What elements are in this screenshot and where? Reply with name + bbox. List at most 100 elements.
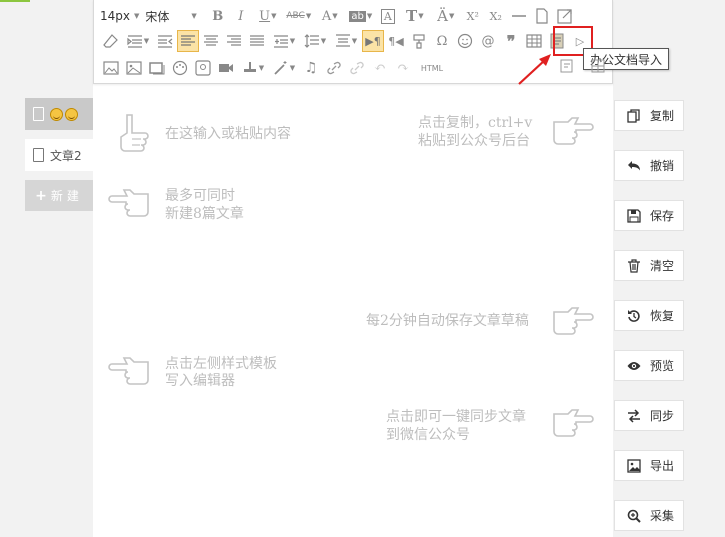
preview-label: 预览 xyxy=(650,359,675,373)
palette-icon[interactable] xyxy=(169,57,191,79)
font-size-value: 14px xyxy=(100,9,130,23)
paragraph-spacing-icon[interactable]: ▼ xyxy=(331,30,361,52)
grid-icon xyxy=(590,58,606,77)
ltr-direction-button[interactable]: ▶¶ xyxy=(362,30,384,52)
special-char-icon[interactable]: Ω xyxy=(431,30,453,52)
hint-max-line1: 最多可同时 xyxy=(165,188,235,204)
copy-label: 复制 xyxy=(650,109,675,123)
frame-icon[interactable] xyxy=(146,57,168,79)
font-family-select[interactable]: 宋体 ▼ xyxy=(145,8,196,25)
preview-button[interactable]: 预览 xyxy=(614,350,684,381)
html-label: HTML xyxy=(420,63,444,73)
font-family-value: 宋体 xyxy=(145,9,170,24)
subscript-button[interactable]: X₂ xyxy=(485,5,507,27)
music-icon[interactable]: ♫ xyxy=(300,57,322,79)
eraser-icon[interactable] xyxy=(100,30,122,52)
copy-icon xyxy=(627,108,641,123)
font-size-select[interactable]: 14px ▼ xyxy=(100,9,139,23)
plus-icon: + xyxy=(35,187,47,204)
indent-icon[interactable]: ▼ xyxy=(123,30,153,52)
restore-icon xyxy=(627,309,641,323)
video-icon[interactable] xyxy=(215,57,237,79)
font-color-button[interactable]: A ▼ xyxy=(315,5,345,27)
restore-button[interactable]: 恢复 xyxy=(614,300,684,331)
collect-button[interactable]: 采集 xyxy=(614,500,684,531)
search-plus-icon xyxy=(627,509,641,523)
save-button[interactable]: 保存 xyxy=(614,200,684,231)
fullscreen-icon[interactable] xyxy=(554,5,576,27)
line-height-icon[interactable]: ▼ xyxy=(300,30,330,52)
html-source-button[interactable]: HTML xyxy=(415,57,449,79)
note-icon xyxy=(559,58,575,77)
article-tab-2[interactable]: 文章2 xyxy=(25,139,93,171)
align-center-button[interactable] xyxy=(200,30,222,52)
image-icon[interactable] xyxy=(100,57,122,79)
multi-image-icon[interactable] xyxy=(123,57,145,79)
new-article-label: 新建 xyxy=(50,189,83,203)
magic-wand-icon[interactable]: ▼ xyxy=(269,57,299,79)
clear-label: 清空 xyxy=(650,259,675,273)
strikethrough-button[interactable]: ABC ▼ xyxy=(284,5,314,27)
letter-spacing-button[interactable]: Ä ▼ xyxy=(431,5,461,27)
undo-label: 撤销 xyxy=(650,159,675,173)
sync-button[interactable]: 同步 xyxy=(614,400,684,431)
at-icon[interactable]: @ xyxy=(477,30,499,52)
new-article-button[interactable]: + 新建 xyxy=(25,180,93,211)
hand-up-icon xyxy=(113,111,157,158)
undo-icon xyxy=(627,159,641,173)
hand-left-icon xyxy=(108,348,152,395)
page-icon[interactable] xyxy=(531,5,553,27)
document-icon xyxy=(33,148,44,162)
save-icon xyxy=(627,208,641,223)
blockquote-icon[interactable]: ❞ xyxy=(500,30,522,52)
article-tab-2-label: 文章2 xyxy=(50,148,82,163)
paragraph-indent-icon[interactable]: ▼ xyxy=(269,30,299,52)
hand-right-icon xyxy=(550,108,594,155)
bold-button[interactable]: B xyxy=(207,5,229,27)
align-left-button[interactable] xyxy=(177,30,199,52)
hand-right-icon xyxy=(550,400,594,447)
collect-label: 采集 xyxy=(650,509,675,523)
emoji-picker-icon[interactable] xyxy=(454,30,476,52)
article-tab-1[interactable] xyxy=(25,98,93,130)
hand-left-icon xyxy=(108,180,152,227)
top-accent-line xyxy=(0,0,30,2)
toolbar-row-3: ▼ ▼ ♫ ↶ ↷ HTML xyxy=(100,57,450,79)
table-icon[interactable] xyxy=(523,30,545,52)
toolbar-row-1: 14px ▼ 宋体 ▼ B I U ▼ ABC ▼ A ▼ ab ▼ A T ▼ Ä ▼ X² … xyxy=(100,5,577,27)
toolbar-row-2: ▼ ▼ ▼ ▼ ▶¶ ¶◀ Ω @ ❞ ▷ xyxy=(100,30,592,52)
hint-copy-line1: 点击复制，ctrl+v xyxy=(418,115,533,131)
underline-button[interactable]: U ▼ xyxy=(253,5,283,27)
text-border-button[interactable]: A xyxy=(377,5,399,27)
hint-input: 在这输入或粘贴内容 xyxy=(165,126,291,142)
brush-icon[interactable]: ▼ xyxy=(238,57,268,79)
save-label: 保存 xyxy=(650,209,675,223)
link-icon[interactable] xyxy=(323,57,345,79)
map-pin-icon[interactable] xyxy=(192,57,214,79)
text-shadow-button[interactable]: T ▼ xyxy=(400,5,430,27)
redo-toolbar-icon[interactable]: ↷ xyxy=(392,57,414,79)
undo-toolbar-icon[interactable]: ↶ xyxy=(369,57,391,79)
hint-copy-line2: 粘贴到公众号后台 xyxy=(418,133,530,149)
hint-sync-line1: 点击即可一键同步文章 xyxy=(386,409,526,425)
document-icon xyxy=(33,107,44,121)
outdent-icon[interactable] xyxy=(154,30,176,52)
export-button[interactable]: 导出 xyxy=(614,450,684,481)
horizontal-rule-button[interactable] xyxy=(508,5,530,27)
sync-label: 同步 xyxy=(650,409,675,423)
undo-button[interactable]: 撤销 xyxy=(614,150,684,181)
background-color-button[interactable]: ab ▼ xyxy=(346,5,376,27)
italic-button[interactable]: I xyxy=(230,5,252,27)
sync-icon xyxy=(627,408,641,423)
align-right-button[interactable] xyxy=(223,30,245,52)
superscript-button[interactable]: X² xyxy=(462,5,484,27)
justify-button[interactable] xyxy=(246,30,268,52)
copy-button[interactable]: 复制 xyxy=(614,100,684,131)
format-painter-icon[interactable] xyxy=(408,30,430,52)
restore-label: 恢复 xyxy=(650,309,675,323)
emoji-icon xyxy=(50,107,63,121)
clear-button[interactable]: 清空 xyxy=(614,250,684,281)
unlink-icon[interactable] xyxy=(346,57,368,79)
rtl-direction-icon[interactable]: ¶◀ xyxy=(385,30,407,52)
trash-icon xyxy=(627,258,641,273)
